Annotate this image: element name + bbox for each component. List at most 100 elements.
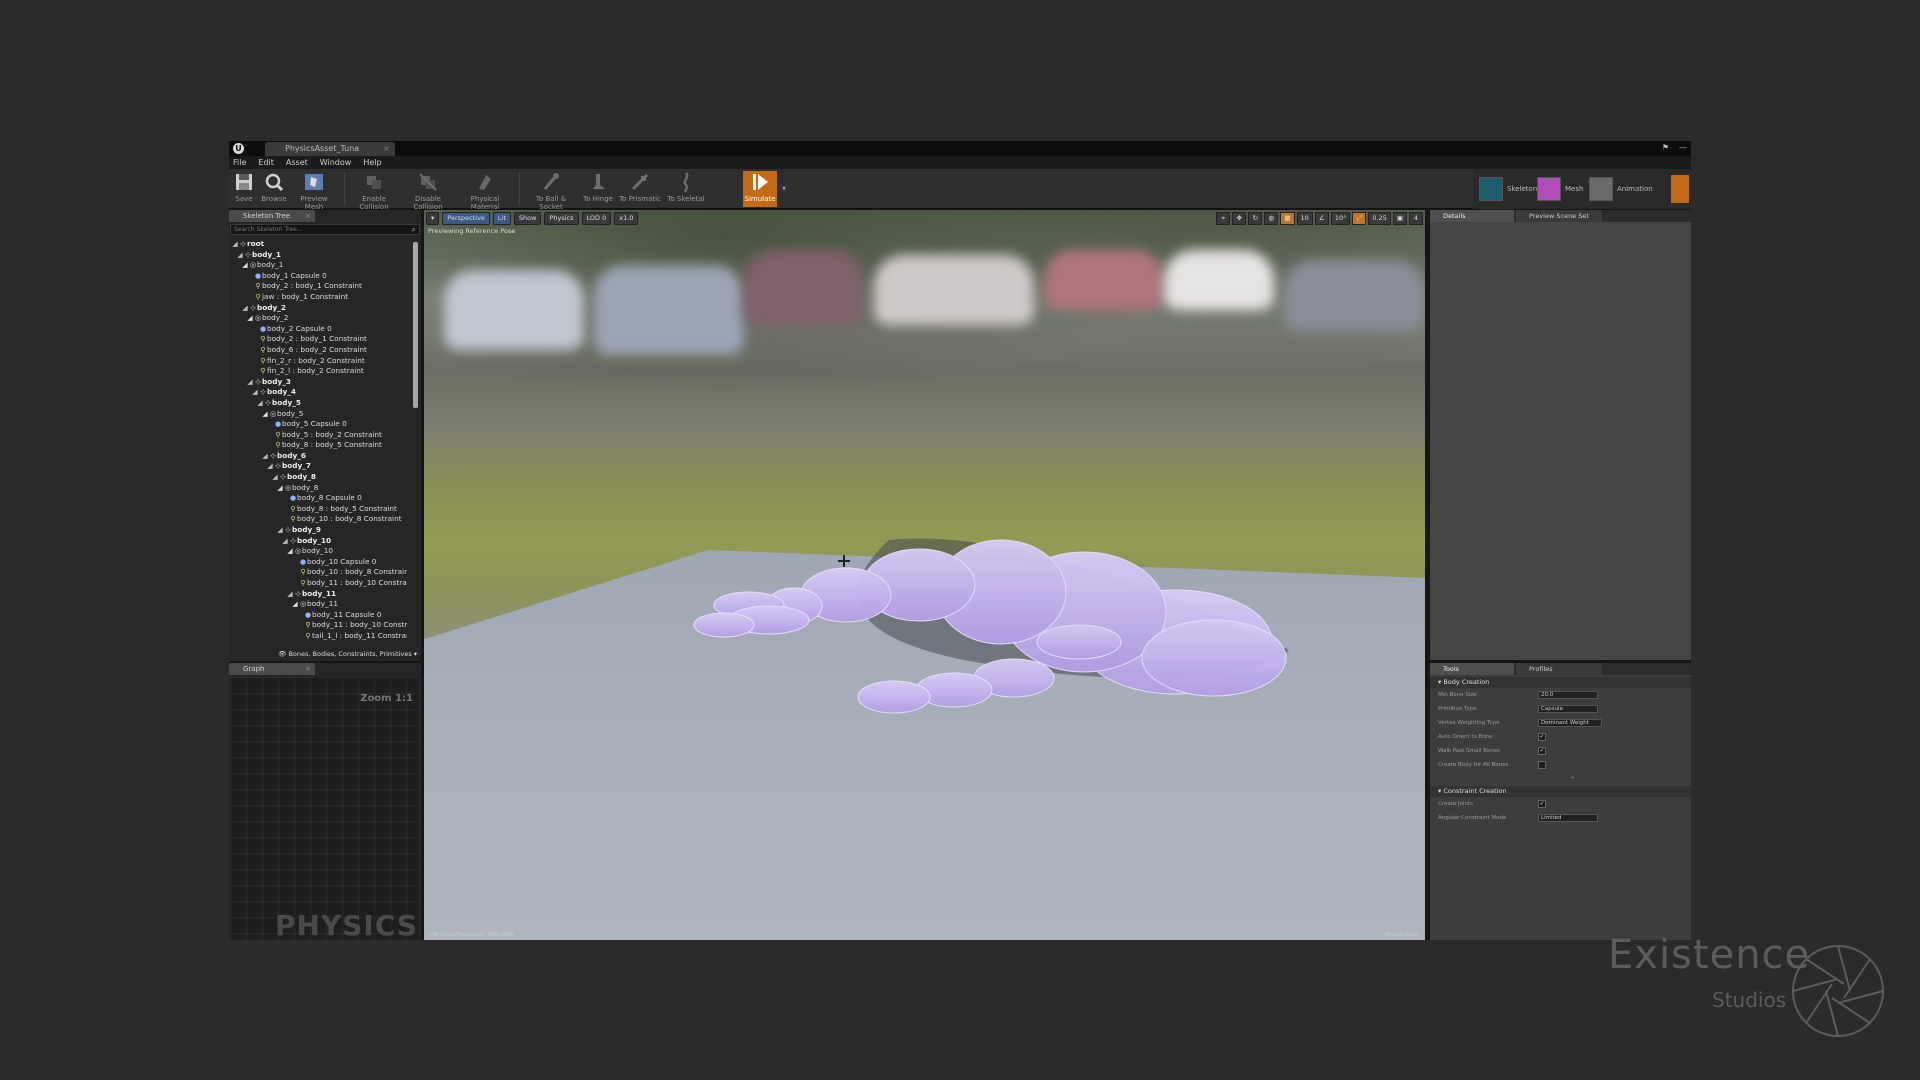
tree-node-constraint[interactable]: ⚲fin_2_l : body_2 Constraint (231, 366, 407, 377)
tree-node-shape[interactable]: ●body_8 Capsule 0 (231, 493, 407, 504)
grid-snap-value[interactable]: 10 (1296, 212, 1313, 225)
section-constraint-creation[interactable]: ▾ Constraint Creation (1430, 786, 1691, 797)
expand-arrow-icon[interactable]: ◢ (266, 461, 274, 472)
lod-button[interactable]: LOD 0 (581, 212, 612, 225)
vertex-weighting-select[interactable]: Dominant Weight (1538, 719, 1602, 727)
rotate-tool-icon[interactable]: ↻ (1248, 212, 1263, 225)
expand-arrow-icon[interactable]: ◢ (286, 589, 294, 600)
tree-filter-dropdown[interactable]: 👁 Bones, Bodies, Constraints, Primitives… (229, 647, 421, 661)
graph-canvas[interactable]: Zoom 1:1 PHYSICS (230, 677, 419, 940)
expand-arrow-icon[interactable]: ◢ (246, 313, 254, 324)
tree-node-shape[interactable]: ●body_10 Capsule 0 (231, 557, 407, 568)
create-body-all-checkbox[interactable] (1538, 761, 1546, 769)
tree-node-constraint[interactable]: ⚲fin_2_r : body_2 Constraint (231, 356, 407, 367)
tree-node-constraint[interactable]: ⚲jaw : body_1 Constraint (231, 292, 407, 303)
tree-node-body[interactable]: ◢ ◎body_11 (231, 599, 407, 610)
minimize-icon[interactable]: — (1679, 143, 1687, 152)
expand-arrow-icon[interactable]: ◢ (251, 387, 259, 398)
tab-profiles[interactable]: Profiles (1516, 663, 1602, 675)
tree-node-bone[interactable]: ◢ ⊹body_6 (231, 451, 407, 462)
close-icon[interactable]: × (305, 663, 311, 675)
world-icon[interactable]: ◍ (1264, 212, 1279, 225)
tree-node-bone[interactable]: ◢ ⊹body_7 (231, 461, 407, 472)
expand-arrow-icon[interactable]: ◢ (271, 472, 279, 483)
menu-help[interactable]: Help (363, 156, 381, 169)
tree-node-bone[interactable]: ◢ ⊹body_2 (231, 303, 407, 314)
close-icon[interactable]: × (383, 142, 390, 156)
expand-arrow-icon[interactable]: ◢ (261, 451, 269, 462)
grid-snap-icon[interactable]: ▦ (1280, 212, 1295, 225)
fish-physics-bodies[interactable] (424, 210, 1425, 940)
pin-icon[interactable]: ⚑ (1662, 143, 1669, 152)
tab-tools[interactable]: Tools (1430, 663, 1514, 675)
camera-speed-icon[interactable]: ▣ (1392, 212, 1407, 225)
tab-skeleton-tree[interactable]: Skeleton Tree × (229, 210, 315, 222)
move-tool-icon[interactable]: ✥ (1232, 212, 1247, 225)
disable-collision-button[interactable]: Disable Collision (402, 171, 454, 211)
enable-collision-button[interactable]: Enable Collision (349, 171, 399, 211)
section-body-creation[interactable]: ▾ Body Creation (1430, 677, 1691, 688)
tree-node-bone[interactable]: ◢ ⊹body_11 (231, 589, 407, 600)
primitive-type-select[interactable]: Capsule (1538, 705, 1598, 713)
tab-preview-scene-set[interactable]: Preview Scene Set (1516, 210, 1602, 222)
tree-node-constraint[interactable]: ⚲body_8 : body_5 Constraint (231, 504, 407, 515)
tree-node-shape[interactable]: ●body_1 Capsule 0 (231, 271, 407, 282)
tree-node-constraint[interactable]: ⚲body_2 : body_1 Constraint (231, 281, 407, 292)
tree-node-constraint[interactable]: ⚲body_11 : body_10 Constraint (231, 578, 407, 589)
expand-arrow-icon[interactable]: ◢ (241, 303, 249, 314)
tree-node-body[interactable]: ◢ ◎body_2 (231, 313, 407, 324)
mesh-mode-button[interactable]: Mesh (1537, 175, 1583, 203)
expand-arrow-icon[interactable]: ◢ (276, 483, 284, 494)
lit-button[interactable]: Lit (492, 212, 511, 225)
expand-arrow-icon[interactable]: ◢ (256, 398, 264, 409)
tree-node-constraint[interactable]: ⚲body_8 : body_5 Constraint (231, 440, 407, 451)
tree-node-body[interactable]: ◢ ◎body_10 (231, 546, 407, 557)
tree-node-shape[interactable]: ●body_2 Capsule 0 (231, 324, 407, 335)
tree-node-bone[interactable]: ◢ ⊹body_4 (231, 387, 407, 398)
expand-arrow-icon[interactable]: ◢ (286, 546, 294, 557)
expand-arrow-icon[interactable]: ◢ (246, 377, 254, 388)
preview-mesh-button[interactable]: Preview Mesh (292, 171, 336, 211)
tree-node-shape[interactable]: ●body_5 Capsule 0 (231, 419, 407, 430)
menu-asset[interactable]: Asset (286, 156, 308, 169)
simulate-button[interactable]: Simulate (743, 171, 777, 207)
expand-arrow-icon[interactable]: ◢ (241, 260, 249, 271)
create-joints-checkbox[interactable]: ✓ (1538, 800, 1546, 808)
perspective-button[interactable]: Perspective (442, 212, 490, 225)
skeleton-search-input[interactable]: Search Skeleton Tree... ⌕ (230, 224, 420, 235)
to-ball-socket-button[interactable]: To Ball & Socket (524, 171, 578, 211)
viewport-options-dropdown[interactable]: ▾ (426, 212, 440, 225)
playback-speed-button[interactable]: x1.0 (614, 212, 639, 225)
walk-past-checkbox[interactable]: ✓ (1538, 747, 1546, 755)
tree-node-bone[interactable]: ◢ ⊹body_3 (231, 377, 407, 388)
menu-file[interactable]: File (233, 156, 246, 169)
menu-window[interactable]: Window (320, 156, 352, 169)
expand-arrow-icon[interactable]: ◢ (231, 239, 239, 250)
asset-tab[interactable]: PhysicsAsset_Tuna × (265, 142, 395, 156)
simulate-options-dropdown[interactable]: ▾ (779, 171, 789, 207)
scale-snap-value[interactable]: 0.25 (1368, 212, 1391, 225)
expand-arrow-icon[interactable]: ◢ (281, 536, 289, 547)
tree-node-shape[interactable]: ●body_11 Capsule 0 (231, 610, 407, 621)
to-hinge-button[interactable]: To Hinge (581, 171, 615, 207)
expand-arrow-icon[interactable]: ◢ (261, 409, 269, 420)
advanced-expand-icon[interactable]: ⌄ (1570, 773, 1575, 780)
menu-edit[interactable]: Edit (258, 156, 274, 169)
close-icon[interactable]: × (305, 210, 311, 222)
tree-node-constraint[interactable]: ⚲body_11 : body_10 Constraint (231, 620, 407, 631)
auto-orient-checkbox[interactable]: ✓ (1538, 733, 1546, 741)
tree-node-bone[interactable]: ◢ ⊹body_9 (231, 525, 407, 536)
tree-node-constraint[interactable]: ⚲body_2 : body_1 Constraint (231, 334, 407, 345)
to-prismatic-button[interactable]: To Prismatic (618, 171, 662, 207)
tree-node-constraint[interactable]: ⚲body_5 : body_2 Constraint (231, 430, 407, 441)
tree-node-bone[interactable]: ◢ ⊹body_8 (231, 472, 407, 483)
camera-speed-value[interactable]: 4 (1409, 212, 1423, 225)
scale-snap-icon[interactable]: ⤢ (1352, 212, 1367, 225)
tree-node-constraint[interactable]: ⚲body_10 : body_8 Constraint (231, 514, 407, 525)
expand-arrow-icon[interactable]: ◢ (236, 250, 244, 261)
angle-snap-icon[interactable]: ∠ (1314, 212, 1329, 225)
tree-scrollbar[interactable] (413, 242, 418, 408)
physical-material-button[interactable]: Physical Material (457, 171, 513, 211)
tree-node-constraint[interactable]: ⚲body_6 : body_2 Constraint (231, 345, 407, 356)
tree-node-body[interactable]: ◢ ◎body_8 (231, 483, 407, 494)
